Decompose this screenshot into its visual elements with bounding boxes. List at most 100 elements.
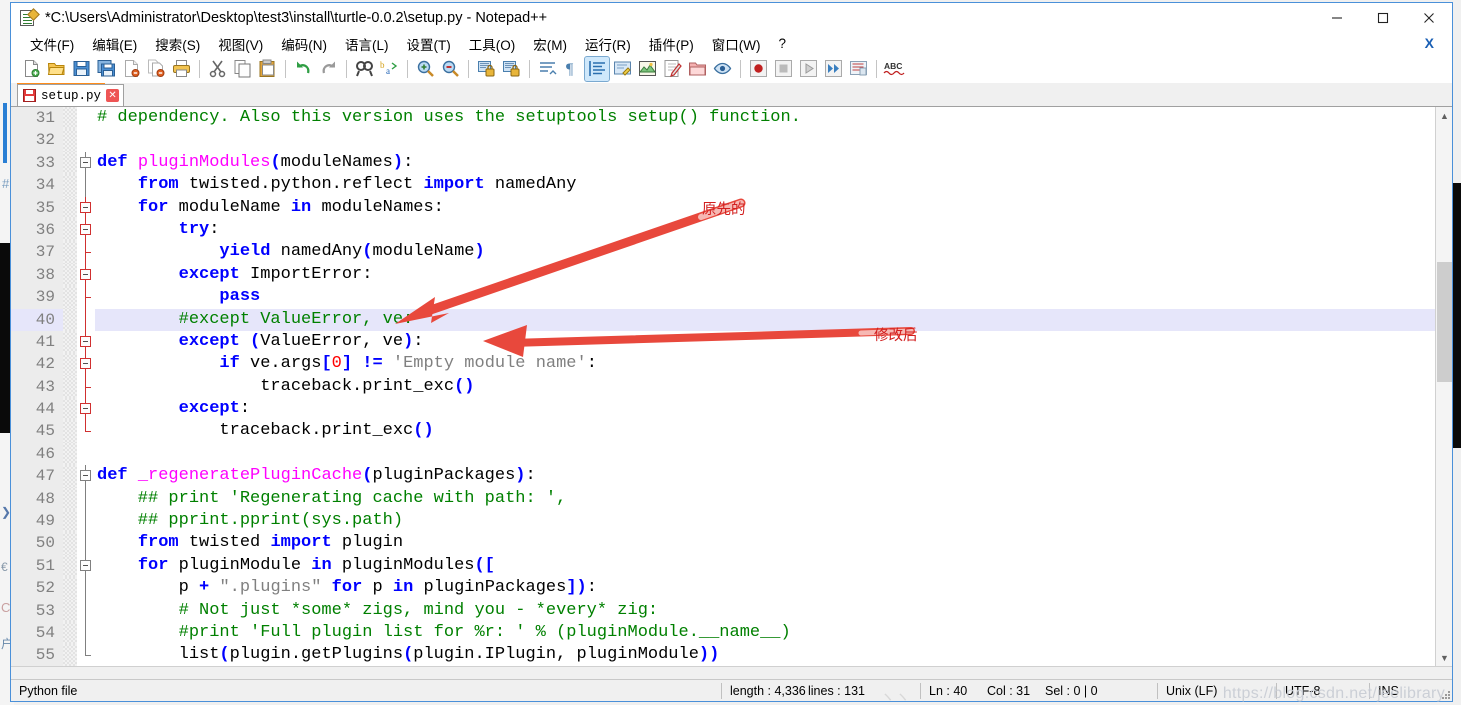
bookmark-margin[interactable] (63, 577, 77, 600)
sync-horizontal-scroll-button[interactable] (499, 57, 523, 81)
close-document-button[interactable]: X (1425, 35, 1434, 51)
paste-button[interactable] (255, 57, 279, 81)
bookmark-margin[interactable] (63, 465, 77, 488)
fold-margin[interactable] (77, 599, 95, 622)
fold-margin[interactable] (77, 129, 95, 152)
open-file-button[interactable] (44, 57, 68, 81)
fold-margin[interactable] (77, 263, 95, 287)
fold-margin[interactable] (77, 442, 95, 466)
fold-collapse-box[interactable] (80, 201, 91, 213)
fold-margin[interactable] (77, 218, 95, 242)
fold-collapse-box[interactable] (80, 156, 91, 168)
play-macro-button[interactable] (796, 57, 820, 81)
zoom-in-button[interactable] (413, 57, 437, 81)
code-line[interactable]: 42 if ve.args[0] != 'Empty module name': (11, 353, 1435, 376)
fold-collapse-box[interactable] (80, 223, 91, 235)
menu-encoding[interactable]: 编码(N) (272, 33, 336, 56)
bookmark-margin[interactable] (63, 599, 77, 622)
code-line[interactable]: 46 (11, 442, 1435, 466)
fold-margin[interactable] (77, 308, 95, 331)
function-list-button[interactable] (660, 57, 684, 81)
code-line[interactable]: 48 ## print 'Regenerating cache with pat… (11, 487, 1435, 511)
code-line[interactable]: 55 list(plugin.getPlugins(plugin.IPlugin… (11, 644, 1435, 666)
code-line[interactable]: 47 def _regeneratePluginCache(pluginPacka… (11, 465, 1435, 488)
close-file-button[interactable] (119, 57, 143, 81)
bookmark-margin[interactable] (63, 510, 77, 533)
scrollbar-thumb[interactable] (1437, 262, 1452, 382)
minimize-button[interactable] (1314, 3, 1360, 33)
bookmark-margin[interactable] (63, 353, 77, 376)
replace-button[interactable]: b a (377, 57, 401, 81)
code-line[interactable]: 32 (11, 129, 1435, 152)
fold-margin[interactable] (77, 532, 95, 555)
fold-collapse-box[interactable] (80, 268, 91, 280)
show-all-characters-button[interactable]: ¶ (560, 57, 584, 81)
menu-view[interactable]: 视图(V) (209, 33, 272, 56)
code-line[interactable]: 38 except ImportError: (11, 263, 1435, 287)
code-editor[interactable]: 31 # dependency. Also this version uses t… (11, 107, 1435, 666)
fold-margin[interactable] (77, 577, 95, 600)
undo-button[interactable] (291, 57, 315, 81)
save-all-button[interactable] (94, 57, 118, 81)
new-file-button[interactable] (19, 57, 43, 81)
run-macro-multiple-button[interactable] (821, 57, 845, 81)
tab-close-button[interactable]: ✕ (106, 89, 120, 102)
fold-margin[interactable] (77, 510, 95, 533)
menu-tools[interactable]: 工具(O) (460, 33, 525, 56)
bookmark-margin[interactable] (63, 442, 77, 466)
menu-help[interactable]: ? (769, 35, 795, 53)
code-line[interactable]: 45 traceback.print_exc() (11, 420, 1435, 443)
folder-as-workspace-button[interactable] (685, 57, 709, 81)
fold-margin[interactable] (77, 621, 95, 645)
fold-collapse-box[interactable] (80, 470, 91, 482)
fold-margin[interactable] (77, 420, 95, 443)
word-wrap-button[interactable] (535, 57, 559, 81)
code-line[interactable]: 51 for pluginModule in pluginModules([ (11, 554, 1435, 578)
fold-margin[interactable] (77, 644, 95, 666)
indent-guide-button[interactable] (584, 55, 610, 82)
fold-margin[interactable] (77, 286, 95, 309)
fold-margin[interactable] (77, 151, 95, 175)
tab-setup-py[interactable]: setup.py ✕ (17, 84, 125, 106)
code-line[interactable]: 44 except: (11, 398, 1435, 421)
menu-plugins[interactable]: 插件(P) (640, 33, 703, 56)
fold-collapse-box[interactable] (80, 358, 91, 370)
code-line[interactable]: 53 # Not just *some* zigs, mind you - *e… (11, 599, 1435, 622)
copy-button[interactable] (230, 57, 254, 81)
fold-margin[interactable] (77, 554, 95, 578)
bookmark-margin[interactable] (63, 644, 77, 666)
menu-macro[interactable]: 宏(M) (524, 33, 576, 56)
close-all-button[interactable] (144, 57, 168, 81)
document-map-button[interactable] (635, 57, 659, 81)
bookmark-margin[interactable] (63, 554, 77, 578)
code-line[interactable]: 31 # dependency. Also this version uses t… (11, 107, 1435, 130)
bookmark-margin[interactable] (63, 151, 77, 175)
bookmark-margin[interactable] (63, 174, 77, 197)
bookmark-margin[interactable] (63, 375, 77, 399)
bookmark-margin[interactable] (63, 218, 77, 242)
code-line[interactable]: 36 try: (11, 218, 1435, 242)
zoom-out-button[interactable] (438, 57, 462, 81)
bookmark-margin[interactable] (63, 308, 77, 331)
code-line[interactable]: 49 ## pprint.pprint(sys.path) (11, 510, 1435, 533)
code-line[interactable]: 33 def pluginModules(moduleNames): (11, 151, 1435, 175)
fold-margin[interactable] (77, 353, 95, 376)
bookmark-margin[interactable] (63, 621, 77, 645)
bookmark-margin[interactable] (63, 532, 77, 555)
bookmark-margin[interactable] (63, 398, 77, 421)
fold-margin[interactable] (77, 174, 95, 197)
close-window-button[interactable] (1406, 3, 1452, 33)
fold-collapse-box[interactable] (80, 559, 91, 571)
resize-grip[interactable] (1440, 689, 1450, 699)
fold-margin[interactable] (77, 196, 95, 219)
bookmark-margin[interactable] (63, 241, 77, 264)
menu-edit[interactable]: 编辑(E) (83, 33, 146, 56)
code-line[interactable]: 37 yield namedAny(moduleName) (11, 241, 1435, 264)
fold-margin[interactable] (77, 487, 95, 511)
fold-margin[interactable] (77, 465, 95, 488)
menu-file[interactable]: 文件(F) (21, 33, 83, 56)
horizontal-scrollbar[interactable] (11, 666, 1452, 679)
code-line[interactable]: 41 except (ValueError, ve): (11, 330, 1435, 354)
menu-window[interactable]: 窗口(W) (703, 33, 770, 56)
menu-language[interactable]: 语言(L) (336, 33, 398, 56)
